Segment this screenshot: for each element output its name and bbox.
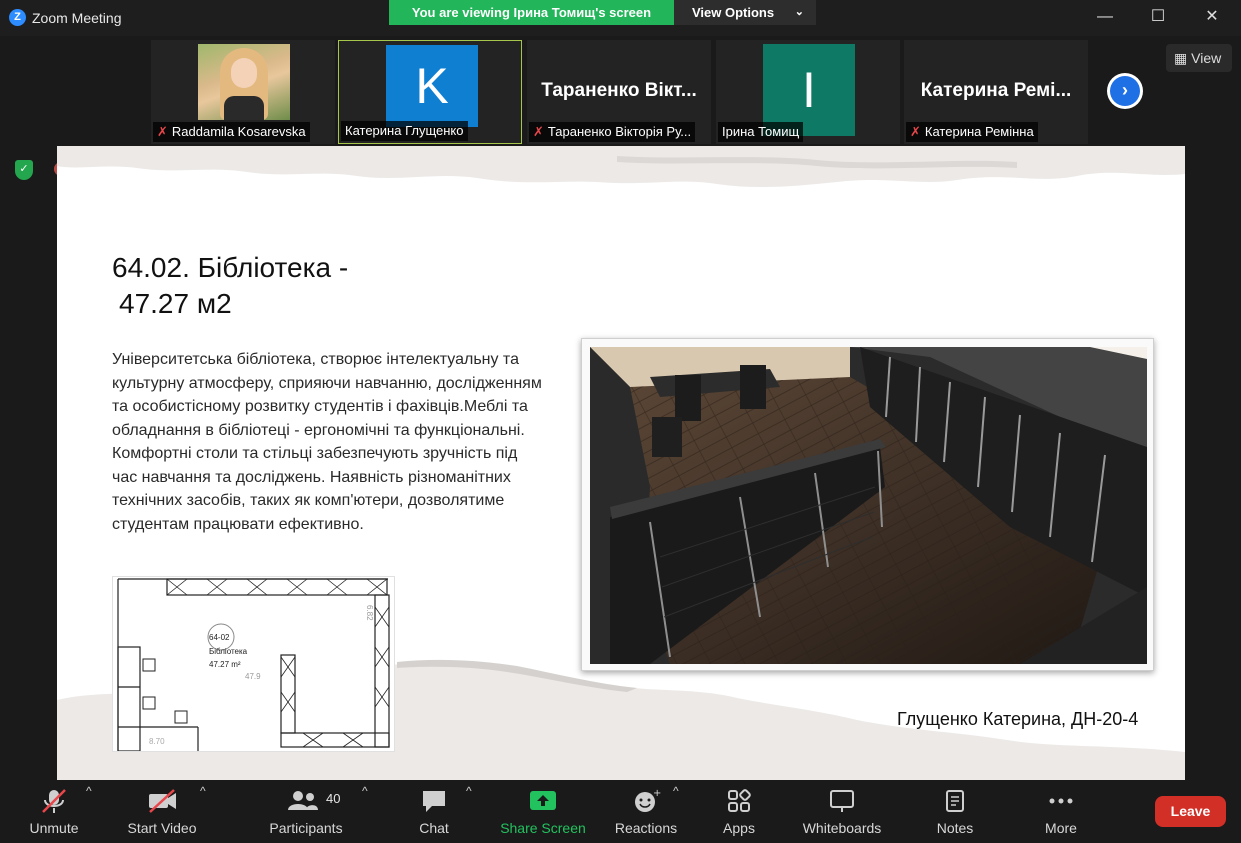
participant-video-photo [198, 44, 290, 120]
reactions-smiley-icon: + [635, 788, 661, 812]
share-screen-label: Share Screen [500, 820, 586, 836]
video-off-icon [149, 789, 176, 813]
participants-icon [288, 791, 318, 810]
notes-label: Notes [936, 820, 974, 836]
leave-meeting-button[interactable]: Leave [1155, 796, 1226, 827]
unmute-label: Unmute [29, 820, 79, 836]
chat-bubble-icon [423, 791, 445, 812]
apps-button[interactable]: Apps [716, 788, 762, 838]
participants-count: 40 [326, 791, 341, 806]
chat-button[interactable]: Chat [410, 788, 458, 838]
plan-room-number: 64-02 [209, 633, 230, 642]
muted-mic-icon: ✗ [157, 124, 168, 139]
shared-screen-slide: 64.02. Бібліотека - 47.27 м2 Університет… [57, 146, 1185, 780]
slide-body-text: Університетська бібліотека, створює інте… [112, 351, 542, 533]
apps-icon [728, 789, 751, 812]
library-3d-render-image [581, 338, 1154, 671]
muted-mic-icon: ✗ [533, 124, 544, 139]
grid-icon: ▦ [1174, 50, 1188, 66]
start-video-button[interactable]: Start Video [122, 788, 202, 838]
view-layout-button[interactable]: ▦ View [1166, 44, 1232, 72]
participant-avatar: K [386, 45, 478, 127]
participant-tile[interactable]: I Ірина Томищ [716, 40, 900, 144]
more-button[interactable]: More [1038, 788, 1084, 838]
chevron-right-icon: › [1110, 76, 1140, 106]
video-options-caret[interactable]: ^ [200, 784, 206, 798]
participant-big-name: Тараненко Вікт... [541, 80, 697, 101]
muted-microphone-icon [42, 789, 66, 813]
audio-options-caret[interactable]: ^ [86, 784, 92, 798]
start-video-label: Start Video [127, 820, 197, 836]
reactions-options-caret[interactable]: ^ [673, 784, 679, 798]
next-page-button[interactable]: › [1107, 73, 1143, 109]
encryption-shield-icon[interactable]: ✓ [15, 160, 33, 180]
svg-text:+: + [653, 788, 661, 799]
share-screen-button[interactable]: Share Screen [500, 788, 586, 838]
plan-small-number: 47.9 [245, 672, 261, 681]
participant-thumbnail-strip: ✗ Raddamila Kosarevska K Катерина Глущенк… [0, 36, 1241, 148]
viewing-screen-banner: You are viewing Ірина Томищ's screen [389, 0, 674, 25]
slide-title: 64.02. Бібліотека - 47.27 м2 [112, 252, 349, 319]
participant-name-label: Катерина Глущенко [341, 121, 468, 141]
view-options-button[interactable]: View Options ⌄ [674, 0, 816, 25]
torn-paper-top-decoration [57, 146, 1185, 188]
maximize-button[interactable]: ☐ [1138, 4, 1178, 30]
zoom-logo-icon: Z [9, 9, 26, 26]
muted-mic-icon: ✗ [910, 124, 921, 139]
participant-name-label: ✗ Катерина Ремінна [906, 122, 1038, 142]
participant-name-label: ✗ Тараненко Вікторія Ру... [529, 122, 696, 142]
chevron-down-icon: ⌄ [794, 6, 804, 18]
participant-tile-active-speaker[interactable]: K Катерина Глущенко [338, 40, 522, 144]
share-screen-icon [530, 791, 556, 810]
participant-big-name: Катерина Ремі... [920, 80, 1072, 101]
chat-options-caret[interactable]: ^ [466, 784, 472, 798]
more-dots-icon [1049, 798, 1073, 804]
window-title: Zoom Meeting [32, 10, 122, 26]
apps-label: Apps [723, 820, 755, 836]
participant-name-label: ✗ Raddamila Kosarevska [153, 122, 310, 142]
participant-tile[interactable]: Катерина Ремі... ✗ Катерина Ремінна [904, 40, 1088, 144]
slide-author: Глущенко Катерина, ДН-20-4 [897, 709, 1139, 729]
notes-icon [946, 790, 964, 812]
whiteboards-button[interactable]: Whiteboards [798, 788, 886, 838]
participants-label: Participants [269, 820, 343, 836]
participant-tile[interactable]: ✗ Raddamila Kosarevska [151, 40, 335, 144]
floor-plan-drawing: 64-02 Бібліотека 47.27 m² 47.9 6.82 8.70 [112, 576, 395, 752]
plan-room-area: 47.27 m² [209, 660, 241, 669]
whiteboards-label: Whiteboards [802, 820, 882, 836]
participants-options-caret[interactable]: ^ [362, 784, 368, 798]
reactions-label: Reactions [614, 820, 678, 836]
plan-dimension-bottom: 8.70 [149, 737, 165, 746]
meeting-controls-toolbar: Unmute ^ Start Video ^ Participants 40 ^ [0, 780, 1241, 843]
more-label: More [1045, 820, 1077, 836]
minimize-button[interactable]: — [1085, 4, 1125, 30]
close-window-button[interactable]: ✕ [1192, 4, 1232, 30]
notes-button[interactable]: Notes [932, 788, 978, 838]
plan-room-name: Бібліотека [209, 647, 248, 656]
whiteboard-icon [830, 790, 854, 812]
view-options-label: View Options [692, 5, 775, 20]
title-bar: Z Zoom Meeting You are viewing Ірина Том… [0, 0, 1241, 36]
zoom-window: Z Zoom Meeting You are viewing Ірина Том… [0, 0, 1241, 843]
unmute-button[interactable]: Unmute [20, 788, 88, 838]
reactions-button[interactable]: + Reactions [612, 788, 680, 838]
participant-tile[interactable]: Тараненко Вікт... ✗ Тараненко Вікторія Ру… [527, 40, 711, 144]
view-label: View [1191, 50, 1222, 66]
chat-label: Chat [419, 820, 449, 836]
plan-dimension-right: 6.82 [365, 605, 374, 621]
participant-name-label: Ірина Томищ [718, 122, 804, 142]
